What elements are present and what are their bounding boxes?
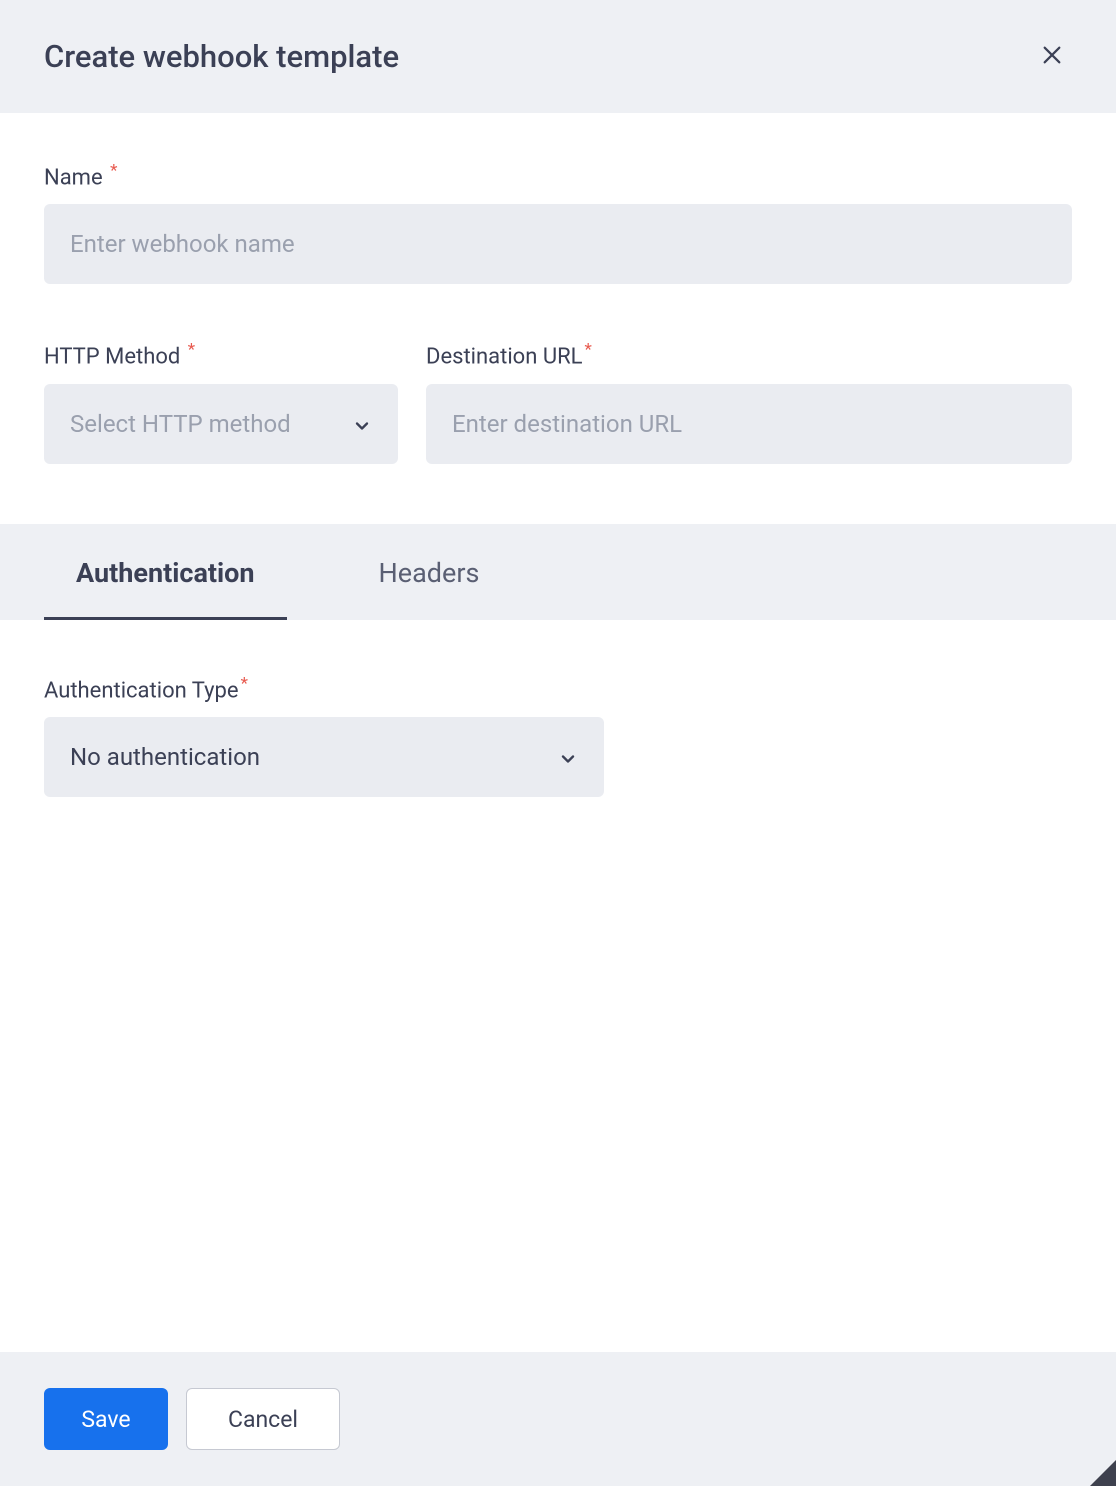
tab-headers-label: Headers (379, 557, 480, 589)
authentication-type-label: Authentication Type* (44, 674, 1072, 703)
destination-url-field: Destination URL* Enter destination URL (426, 340, 1072, 463)
chevron-down-icon (558, 747, 578, 767)
tabs-strip: Authentication Headers (0, 524, 1116, 620)
corner-decoration (1090, 1460, 1116, 1486)
tab-headers[interactable]: Headers (347, 529, 512, 620)
authentication-type-select[interactable]: No authentication (44, 717, 604, 797)
method-url-row: HTTP Method * Select HTTP method Destina… (44, 340, 1072, 463)
destination-url-label-text: Destination URL (426, 345, 583, 370)
tab-authentication[interactable]: Authentication (44, 529, 287, 620)
name-label: Name * (44, 161, 1072, 190)
name-input-placeholder: Enter webhook name (70, 230, 295, 258)
authentication-section: Authentication Type* No authentication (0, 620, 1116, 837)
http-method-select[interactable]: Select HTTP method (44, 384, 398, 464)
authentication-type-select-value: No authentication (70, 743, 260, 771)
chevron-down-icon (352, 414, 372, 434)
http-method-label-text: HTTP Method (44, 345, 180, 370)
destination-url-input[interactable]: Enter destination URL (426, 384, 1072, 464)
cancel-button[interactable]: Cancel (186, 1388, 340, 1450)
tab-authentication-label: Authentication (76, 557, 255, 589)
modal-footer: Save Cancel (0, 1352, 1116, 1486)
modal-title: Create webhook template (44, 38, 399, 75)
destination-url-label: Destination URL* (426, 340, 1072, 369)
modal-header: Create webhook template (0, 0, 1116, 113)
required-marker: * (585, 340, 592, 360)
http-method-label: HTTP Method * (44, 340, 398, 369)
close-icon (1041, 44, 1063, 70)
http-method-select-placeholder: Select HTTP method (70, 410, 291, 438)
save-button[interactable]: Save (44, 1388, 168, 1450)
name-input[interactable]: Enter webhook name (44, 204, 1072, 284)
name-label-text: Name (44, 165, 103, 190)
http-method-field: HTTP Method * Select HTTP method (44, 340, 398, 463)
required-marker: * (188, 340, 195, 360)
required-marker: * (241, 674, 248, 694)
required-marker: * (110, 161, 117, 181)
form-body: Name * Enter webhook name HTTP Method * … (0, 113, 1116, 524)
save-button-label: Save (81, 1406, 130, 1433)
authentication-type-label-text: Authentication Type (44, 678, 239, 703)
destination-url-input-placeholder: Enter destination URL (452, 410, 682, 438)
cancel-button-label: Cancel (228, 1406, 298, 1433)
close-button[interactable] (1032, 37, 1072, 77)
